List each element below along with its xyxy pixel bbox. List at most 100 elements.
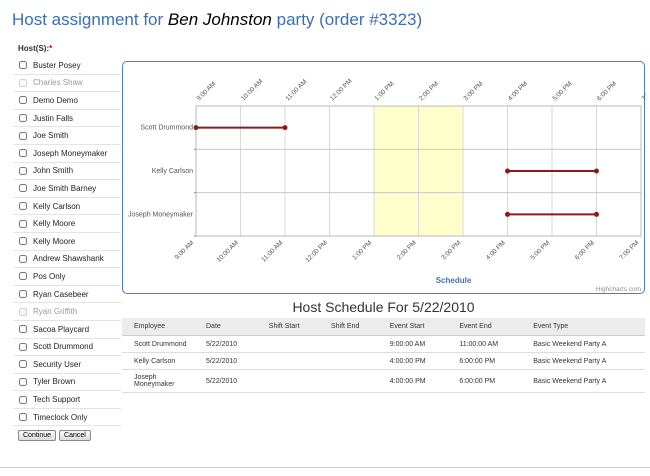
host-checkbox[interactable] <box>19 131 27 140</box>
x-tick-label-bottom: 12:00 PM <box>304 239 329 264</box>
column-header: Date <box>194 318 257 336</box>
schedule-chart: 9:00 AM 9:00 AM 10:00 AM 10:00 AM 11:00 AM 11… <box>122 61 646 294</box>
table-cell: Kelly Carlson <box>122 352 194 370</box>
host-item[interactable]: Andrew Shawshank <box>13 251 121 269</box>
x-tick-label-top: 7:00 PM <box>640 80 646 102</box>
x-tick-label-top: 3:00 PM <box>462 80 484 102</box>
x-tick-label-bottom: 10:00 AM <box>216 239 240 263</box>
host-item[interactable]: Tyler Brown <box>13 374 121 392</box>
x-tick-label-bottom: 4:00 PM <box>485 239 507 261</box>
table-cell: 5/22/2010 <box>194 335 257 353</box>
host-item[interactable]: Charles Shaw <box>13 75 121 93</box>
host-checkbox[interactable] <box>19 61 27 70</box>
table-cell <box>256 335 319 353</box>
x-tick-label-bottom: 1:00 PM <box>351 239 373 261</box>
host-checkbox[interactable] <box>19 219 27 228</box>
host-checkbox[interactable] <box>19 254 27 263</box>
column-header: Shift End <box>318 318 378 336</box>
table-cell: 6:00:00 PM <box>447 352 522 370</box>
table-cell: 5/22/2010 <box>194 352 257 370</box>
host-item[interactable]: Joseph Moneymaker <box>13 145 121 163</box>
host-item[interactable]: Kelly Carlson <box>13 198 121 216</box>
host-checkbox[interactable] <box>19 377 27 386</box>
host-label: Kelly Carlson <box>33 201 81 211</box>
x-tick-label-bottom: 7:00 PM <box>618 239 640 261</box>
host-label: Andrew Shawshank <box>33 254 104 264</box>
host-checkbox[interactable] <box>19 184 27 193</box>
host-item[interactable]: Joe Smith <box>13 127 121 145</box>
host-label: Buster Posey <box>33 60 81 70</box>
x-tick-label-top: 6:00 PM <box>596 80 618 102</box>
host-checkbox[interactable] <box>19 237 27 246</box>
host-item[interactable]: Kelly Moore <box>13 215 121 233</box>
host-item[interactable]: Ryan Casebeer <box>13 286 121 304</box>
bar-start-point <box>193 125 199 131</box>
table-cell: 4:00:00 PM <box>377 369 448 393</box>
host-item[interactable]: Pos Only <box>13 268 121 286</box>
host-label: Charles Shaw <box>33 78 83 88</box>
x-tick-label-bottom: 6:00 PM <box>574 239 596 261</box>
host-checkbox[interactable] <box>19 114 27 123</box>
x-tick-label-top: 1:00 PM <box>373 80 395 102</box>
bar-end-point <box>282 125 288 131</box>
host-item[interactable]: Security User <box>13 356 121 374</box>
category-label: Scott Drummond <box>140 125 193 132</box>
host-checkbox[interactable] <box>19 395 27 404</box>
host-checkbox[interactable] <box>19 272 27 281</box>
host-checkbox[interactable] <box>19 149 27 158</box>
host-label: Ryan Casebeer <box>33 289 89 299</box>
host-checkbox[interactable] <box>19 413 27 422</box>
host-checkbox[interactable] <box>19 307 27 316</box>
host-label: Pos Only <box>33 271 66 281</box>
host-label: Kelly Moore <box>33 236 76 246</box>
table-cell <box>318 335 378 353</box>
host-item[interactable]: Tech Support <box>13 391 121 409</box>
host-checkbox[interactable] <box>19 325 27 334</box>
host-item[interactable]: John Smith <box>13 163 121 181</box>
host-checkbox[interactable] <box>19 78 27 87</box>
host-item[interactable]: Sacoa Playcard <box>13 321 121 339</box>
host-label: Joe Smith Barney <box>33 183 97 193</box>
table-cell: Basic Weekend Party A <box>521 335 645 353</box>
host-item[interactable]: Demo Demo <box>13 92 121 110</box>
host-item[interactable]: Ryan Griffith <box>13 303 121 321</box>
host-label: Demo Demo <box>33 95 78 105</box>
x-tick-label-bottom: 3:00 PM <box>440 239 462 261</box>
host-label: Ryan Griffith <box>33 307 78 317</box>
x-tick-label-bottom: 11:00 AM <box>260 239 284 263</box>
host-item[interactable]: Joe Smith Barney <box>13 180 121 198</box>
table-row: Joseph Moneymaker 5/22/2010 4:00:00 PM 6:00… <box>122 369 645 393</box>
hosts-label-text: Host(S): <box>18 44 50 53</box>
table-row: Kelly Carlson 5/22/2010 4:00:00 PM 6:00:00 … <box>122 352 645 370</box>
host-label: Kelly Moore <box>33 219 76 229</box>
title-party-name: Ben Johnston <box>167 10 272 29</box>
host-checkbox[interactable] <box>19 202 27 211</box>
host-item[interactable]: Justin Falls <box>13 110 121 128</box>
host-checkbox[interactable] <box>19 96 27 105</box>
footer-divider <box>0 467 650 468</box>
host-item[interactable]: Scott Drummond <box>13 339 121 357</box>
schedule-title: Host Schedule For 5/22/2010 <box>292 299 475 315</box>
host-checkbox[interactable] <box>19 360 27 369</box>
title-suffix: party (order #3323) <box>276 10 423 29</box>
column-header: Shift Start <box>256 318 319 336</box>
host-item[interactable]: Buster Posey <box>13 57 121 75</box>
host-checkbox[interactable] <box>19 290 27 299</box>
x-tick-label-top: 2:00 PM <box>418 80 440 102</box>
host-checkbox[interactable] <box>19 166 27 175</box>
host-item[interactable]: Kelly Moore <box>13 233 121 251</box>
host-label: Tyler Brown <box>33 377 76 387</box>
host-checkbox[interactable] <box>19 342 27 351</box>
table-cell: Joseph Moneymaker <box>122 369 194 393</box>
schedule-chart-svg: 9:00 AM 9:00 AM 10:00 AM 10:00 AM 11:00 AM 11… <box>128 78 646 293</box>
host-item[interactable]: Timeclock Only <box>13 409 121 427</box>
host-checkbox-list: Buster Posey Charles Shaw Demo Demo Justin … <box>13 57 121 427</box>
title-prefix: Host assignment for <box>12 10 164 29</box>
continue-button[interactable]: Continue <box>18 430 57 441</box>
schedule-table: Employee Date Shift Start Shift End Event St… <box>122 318 645 393</box>
bar-start-point <box>505 211 510 217</box>
table-row: Scott Drummond 5/22/2010 9:00:00 AM 11:00:0… <box>122 335 645 353</box>
cancel-button[interactable]: Cancel <box>59 430 91 441</box>
table-cell: 4:00:00 PM <box>377 352 448 370</box>
table-cell <box>318 369 378 393</box>
